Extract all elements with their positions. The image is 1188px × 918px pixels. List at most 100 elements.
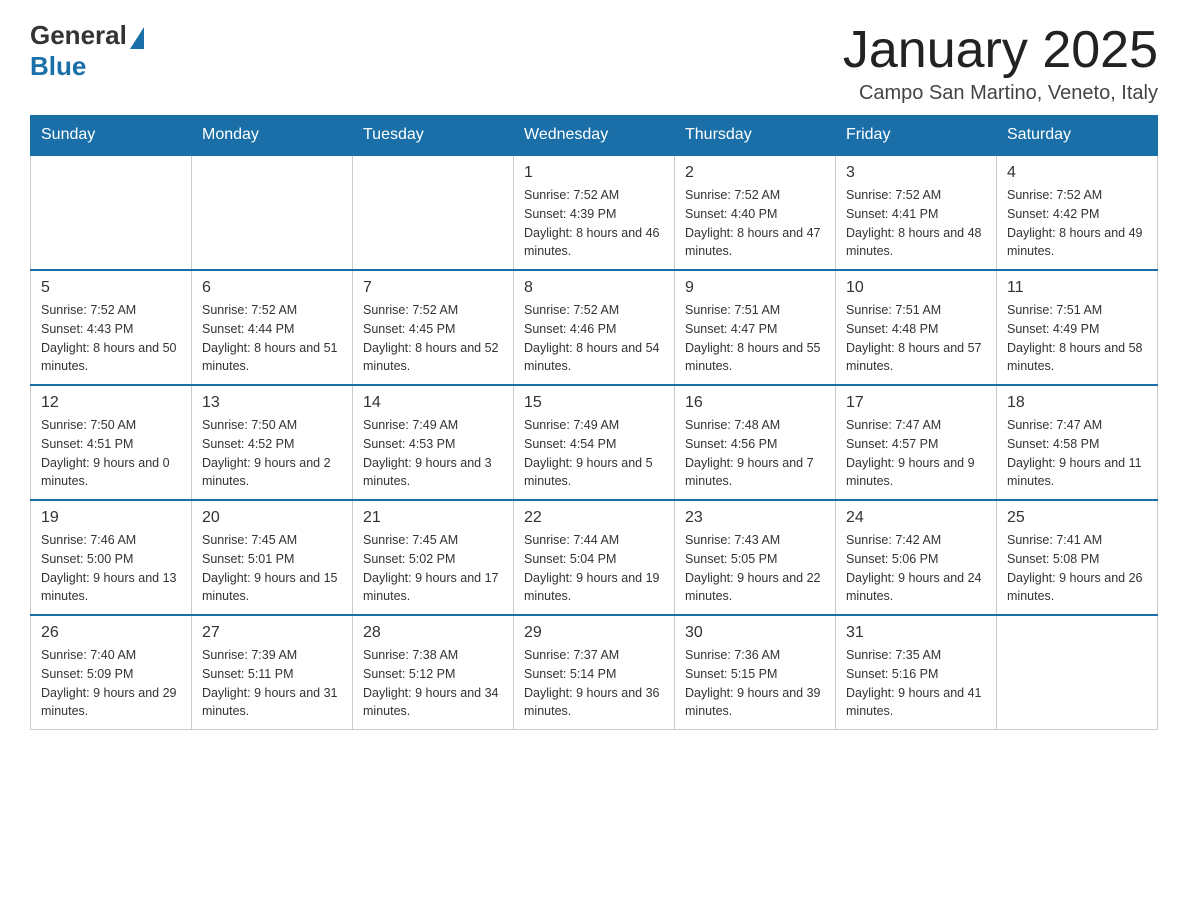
day-number: 12 xyxy=(41,394,181,412)
day-number: 2 xyxy=(685,164,825,182)
calendar-cell: 24Sunrise: 7:42 AM Sunset: 5:06 PM Dayli… xyxy=(836,500,997,615)
day-number: 27 xyxy=(202,624,342,642)
day-info: Sunrise: 7:50 AM Sunset: 4:51 PM Dayligh… xyxy=(41,416,181,491)
day-info: Sunrise: 7:47 AM Sunset: 4:58 PM Dayligh… xyxy=(1007,416,1147,491)
calendar-cell: 13 Sunrise: 7:50 AM Sunset: 4:52 PM Dayli… xyxy=(192,385,353,500)
page-header: General Blue January 2025 Campo San Mart… xyxy=(30,20,1158,105)
calendar-cell: 8Sunrise: 7:52 AM Sunset: 4:46 PM Daylig… xyxy=(514,270,675,385)
day-info: Sunrise: 7:51 AM Sunset: 4:49 PM Dayligh… xyxy=(1007,301,1147,376)
calendar-cell: 19 Sunrise: 7:46 AM Sunset: 5:00 PM Dayli… xyxy=(31,500,192,615)
day-number: 26 xyxy=(41,624,181,642)
day-info: Sunrise: 7:49 AM Sunset: 4:53 PM Dayligh… xyxy=(363,416,503,491)
day-info: Sunrise: 7:45 AM Sunset: 5:01 PM Dayligh… xyxy=(202,531,342,606)
calendar-cell: 27Sunrise: 7:39 AM Sunset: 5:11 PM Dayli… xyxy=(192,615,353,730)
calendar-cell: 3 Sunrise: 7:52 AM Sunset: 4:41 PM Daylig… xyxy=(836,155,997,270)
calendar-cell: 1Sunrise: 7:52 AM Sunset: 4:39 PM Daylig… xyxy=(514,155,675,270)
calendar-cell: 2 Sunrise: 7:52 AM Sunset: 4:40 PM Daylig… xyxy=(675,155,836,270)
day-number: 5 xyxy=(41,279,181,297)
calendar-cell: 16 Sunrise: 7:48 AM Sunset: 4:56 PM Dayli… xyxy=(675,385,836,500)
calendar-header-monday: Monday xyxy=(192,116,353,156)
day-info: Sunrise: 7:36 AM Sunset: 5:15 PM Dayligh… xyxy=(685,646,825,721)
calendar-cell: 21Sunrise: 7:45 AM Sunset: 5:02 PM Dayli… xyxy=(353,500,514,615)
logo: General Blue xyxy=(30,20,144,82)
day-info: Sunrise: 7:37 AM Sunset: 5:14 PM Dayligh… xyxy=(524,646,664,721)
calendar-cell: 20 Sunrise: 7:45 AM Sunset: 5:01 PM Dayli… xyxy=(192,500,353,615)
day-number: 4 xyxy=(1007,164,1147,182)
day-number: 6 xyxy=(202,279,342,297)
day-number: 29 xyxy=(524,624,664,642)
day-number: 19 xyxy=(41,509,181,527)
title-section: January 2025 Campo San Martino, Veneto, … xyxy=(843,20,1158,105)
day-info: Sunrise: 7:45 AM Sunset: 5:02 PM Dayligh… xyxy=(363,531,503,606)
day-number: 17 xyxy=(846,394,986,412)
day-info: Sunrise: 7:52 AM Sunset: 4:41 PM Dayligh… xyxy=(846,186,986,261)
calendar-cell: 29 Sunrise: 7:37 AM Sunset: 5:14 PM Dayli… xyxy=(514,615,675,730)
calendar-cell: 5 Sunrise: 7:52 AM Sunset: 4:43 PM Daylig… xyxy=(31,270,192,385)
day-info: Sunrise: 7:51 AM Sunset: 4:47 PM Dayligh… xyxy=(685,301,825,376)
day-info: Sunrise: 7:52 AM Sunset: 4:44 PM Dayligh… xyxy=(202,301,342,376)
day-number: 30 xyxy=(685,624,825,642)
day-info: Sunrise: 7:49 AM Sunset: 4:54 PM Dayligh… xyxy=(524,416,664,491)
calendar-cell xyxy=(997,615,1158,730)
calendar-header-tuesday: Tuesday xyxy=(353,116,514,156)
day-number: 20 xyxy=(202,509,342,527)
calendar-cell: 12 Sunrise: 7:50 AM Sunset: 4:51 PM Dayli… xyxy=(31,385,192,500)
day-number: 14 xyxy=(363,394,503,412)
calendar-week-row: 26 Sunrise: 7:40 AM Sunset: 5:09 PM Dayli… xyxy=(31,615,1158,730)
location-text: Campo San Martino, Veneto, Italy xyxy=(843,82,1158,105)
day-info: Sunrise: 7:35 AM Sunset: 5:16 PM Dayligh… xyxy=(846,646,986,721)
day-info: Sunrise: 7:52 AM Sunset: 4:40 PM Dayligh… xyxy=(685,186,825,261)
calendar-header-row: SundayMondayTuesdayWednesdayThursdayFrid… xyxy=(31,116,1158,156)
day-number: 28 xyxy=(363,624,503,642)
calendar-week-row: 5 Sunrise: 7:52 AM Sunset: 4:43 PM Daylig… xyxy=(31,270,1158,385)
logo-blue-text: Blue xyxy=(30,51,86,82)
calendar-cell: 26 Sunrise: 7:40 AM Sunset: 5:09 PM Dayli… xyxy=(31,615,192,730)
day-number: 16 xyxy=(685,394,825,412)
day-info: Sunrise: 7:51 AM Sunset: 4:48 PM Dayligh… xyxy=(846,301,986,376)
day-number: 1 xyxy=(524,164,664,182)
day-info: Sunrise: 7:50 AM Sunset: 4:52 PM Dayligh… xyxy=(202,416,342,491)
calendar-week-row: 1Sunrise: 7:52 AM Sunset: 4:39 PM Daylig… xyxy=(31,155,1158,270)
calendar-cell: 17Sunrise: 7:47 AM Sunset: 4:57 PM Dayli… xyxy=(836,385,997,500)
day-number: 7 xyxy=(363,279,503,297)
day-info: Sunrise: 7:52 AM Sunset: 4:43 PM Dayligh… xyxy=(41,301,181,376)
calendar-header-sunday: Sunday xyxy=(31,116,192,156)
day-info: Sunrise: 7:41 AM Sunset: 5:08 PM Dayligh… xyxy=(1007,531,1147,606)
logo-triangle-icon xyxy=(130,27,144,49)
day-info: Sunrise: 7:40 AM Sunset: 5:09 PM Dayligh… xyxy=(41,646,181,721)
day-number: 25 xyxy=(1007,509,1147,527)
calendar-week-row: 12 Sunrise: 7:50 AM Sunset: 4:51 PM Dayli… xyxy=(31,385,1158,500)
day-number: 3 xyxy=(846,164,986,182)
logo-general-text: General xyxy=(30,20,127,51)
calendar-cell: 30 Sunrise: 7:36 AM Sunset: 5:15 PM Dayli… xyxy=(675,615,836,730)
day-number: 31 xyxy=(846,624,986,642)
day-info: Sunrise: 7:38 AM Sunset: 5:12 PM Dayligh… xyxy=(363,646,503,721)
calendar-cell: 10 Sunrise: 7:51 AM Sunset: 4:48 PM Dayli… xyxy=(836,270,997,385)
day-info: Sunrise: 7:44 AM Sunset: 5:04 PM Dayligh… xyxy=(524,531,664,606)
day-number: 15 xyxy=(524,394,664,412)
day-number: 22 xyxy=(524,509,664,527)
calendar-cell: 28 Sunrise: 7:38 AM Sunset: 5:12 PM Dayli… xyxy=(353,615,514,730)
calendar-cell: 4Sunrise: 7:52 AM Sunset: 4:42 PM Daylig… xyxy=(997,155,1158,270)
day-number: 9 xyxy=(685,279,825,297)
day-number: 13 xyxy=(202,394,342,412)
calendar-cell: 23 Sunrise: 7:43 AM Sunset: 5:05 PM Dayli… xyxy=(675,500,836,615)
calendar-header-wednesday: Wednesday xyxy=(514,116,675,156)
day-info: Sunrise: 7:52 AM Sunset: 4:46 PM Dayligh… xyxy=(524,301,664,376)
calendar-week-row: 19 Sunrise: 7:46 AM Sunset: 5:00 PM Dayli… xyxy=(31,500,1158,615)
calendar-cell xyxy=(192,155,353,270)
calendar-cell: 25 Sunrise: 7:41 AM Sunset: 5:08 PM Dayli… xyxy=(997,500,1158,615)
calendar-cell xyxy=(353,155,514,270)
calendar-header-friday: Friday xyxy=(836,116,997,156)
calendar-cell: 9 Sunrise: 7:51 AM Sunset: 4:47 PM Daylig… xyxy=(675,270,836,385)
day-info: Sunrise: 7:43 AM Sunset: 5:05 PM Dayligh… xyxy=(685,531,825,606)
calendar-cell: 11Sunrise: 7:51 AM Sunset: 4:49 PM Dayli… xyxy=(997,270,1158,385)
month-title: January 2025 xyxy=(843,20,1158,80)
calendar-cell: 6 Sunrise: 7:52 AM Sunset: 4:44 PM Daylig… xyxy=(192,270,353,385)
day-number: 10 xyxy=(846,279,986,297)
day-info: Sunrise: 7:46 AM Sunset: 5:00 PM Dayligh… xyxy=(41,531,181,606)
day-info: Sunrise: 7:48 AM Sunset: 4:56 PM Dayligh… xyxy=(685,416,825,491)
day-number: 23 xyxy=(685,509,825,527)
day-number: 24 xyxy=(846,509,986,527)
day-info: Sunrise: 7:52 AM Sunset: 4:45 PM Dayligh… xyxy=(363,301,503,376)
